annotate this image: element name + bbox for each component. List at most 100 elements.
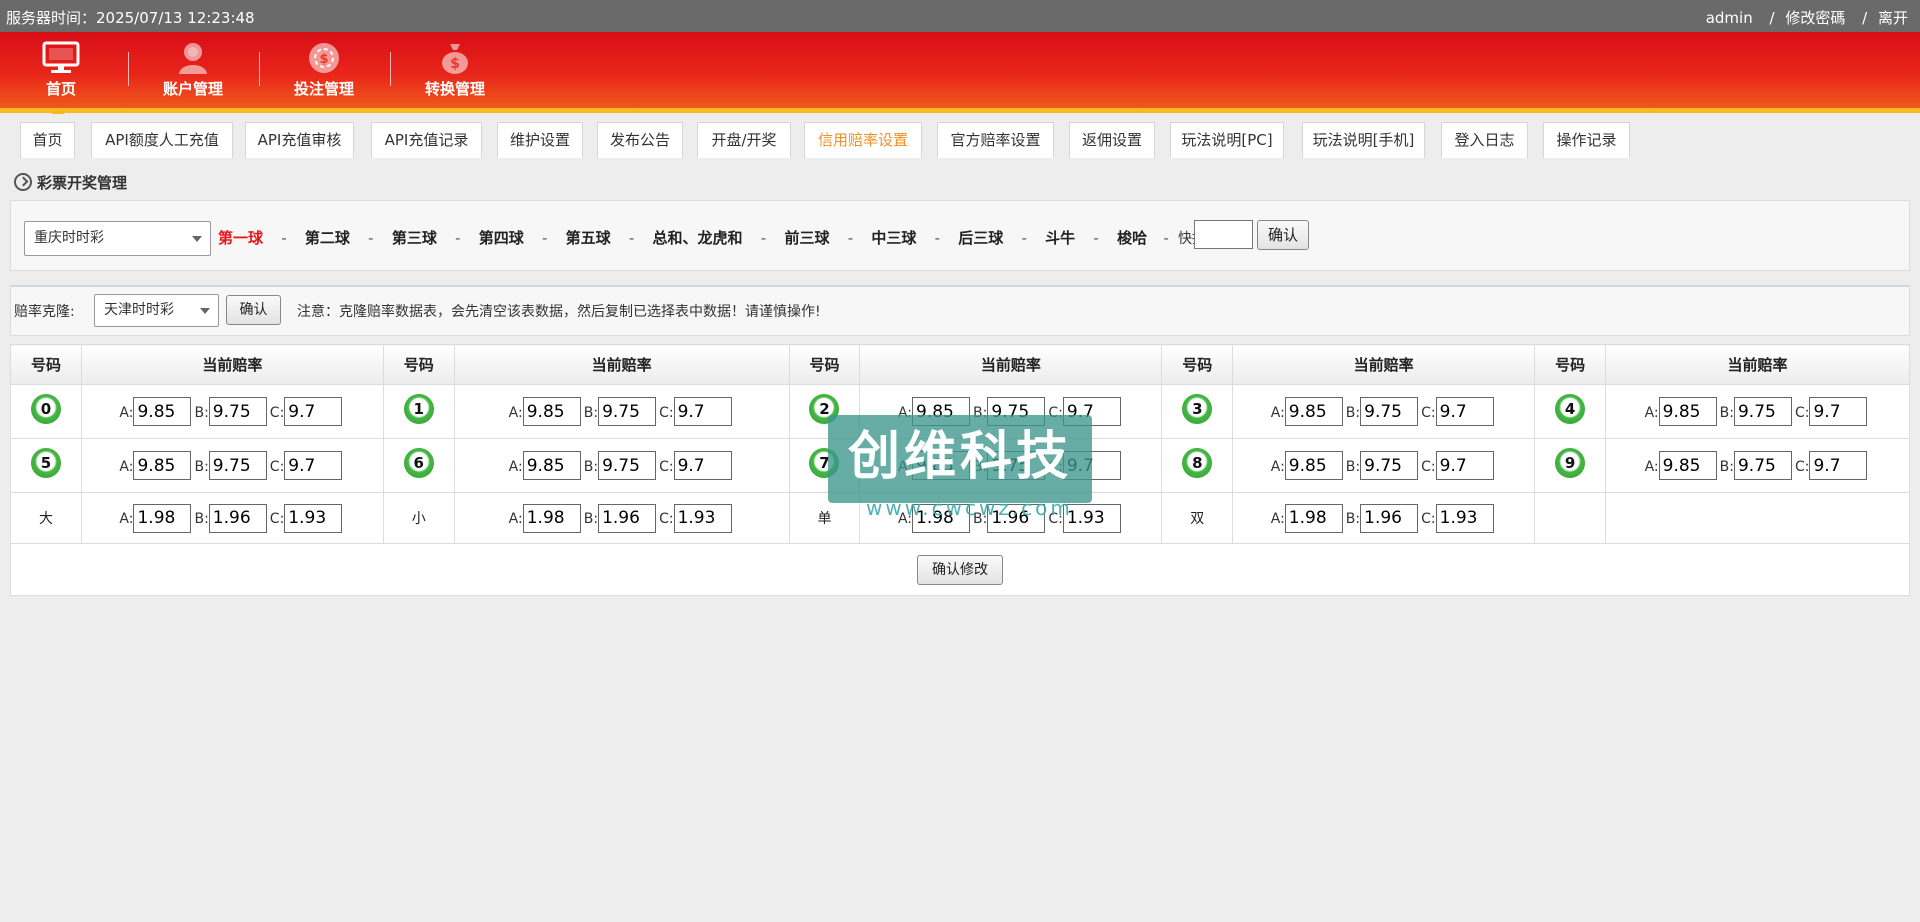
- ball-tab-5[interactable]: 第五球: [566, 229, 611, 247]
- odds-label-b: B:: [194, 458, 209, 475]
- number-ball: 0: [30, 393, 61, 424]
- ball-tab-4[interactable]: 第四球: [479, 229, 524, 247]
- tab-open-draw[interactable]: 开盘/开奖: [697, 122, 791, 158]
- confirm-modify-button[interactable]: 确认修改: [917, 554, 1003, 585]
- odds-input-a[interactable]: [522, 503, 581, 533]
- chevron-down-icon: [200, 308, 210, 314]
- odds-input-b[interactable]: [598, 503, 657, 533]
- tab-credit-odds[interactable]: 信用赔率设置: [804, 122, 922, 158]
- tab-rules-pc[interactable]: 玩法说明[PC]: [1170, 122, 1284, 158]
- odds-input-b[interactable]: [1360, 451, 1419, 480]
- quick-set-confirm-button[interactable]: 确认: [1257, 220, 1309, 250]
- nav-item-transfer[interactable]: $ 转换管理: [390, 37, 520, 99]
- odds-input-a[interactable]: [522, 451, 581, 480]
- ball-tab-front3[interactable]: 前三球: [784, 229, 829, 247]
- clone-select[interactable]: 天津时时彩: [94, 294, 219, 327]
- odds-input-a[interactable]: [133, 397, 192, 426]
- odds-input-c[interactable]: [284, 503, 343, 533]
- odds-label-c: C:: [269, 511, 285, 527]
- ball-tab-mid3[interactable]: 中三球: [871, 229, 916, 247]
- odds-input-a[interactable]: [133, 503, 192, 533]
- odds-input-a[interactable]: [1284, 397, 1343, 426]
- odds-input-b[interactable]: [598, 397, 657, 426]
- col-header-number: 号码: [788, 344, 861, 385]
- lottery-select[interactable]: 重庆时时彩: [24, 221, 211, 256]
- tab-api-recharge-records[interactable]: API充值记录: [371, 122, 482, 158]
- separator: -: [1021, 229, 1027, 247]
- section-title: 彩票开奖管理: [14, 172, 127, 193]
- odds-input-c[interactable]: [284, 397, 343, 426]
- tab-announcement[interactable]: 发布公告: [597, 122, 683, 158]
- ball-tab-3[interactable]: 第三球: [392, 229, 437, 247]
- odds-cell: A: B: C:: [80, 384, 384, 439]
- logout-link[interactable]: 离开: [1878, 9, 1908, 27]
- quick-set-input[interactable]: [1194, 220, 1253, 249]
- odds-input-c[interactable]: [1435, 397, 1494, 426]
- odds-input-c[interactable]: [1435, 503, 1494, 533]
- odds-input-c[interactable]: [673, 451, 732, 480]
- odds-input-b[interactable]: [1360, 397, 1419, 426]
- col-header-odds: 当前赔率: [1232, 344, 1536, 385]
- ball-tab-showhand[interactable]: 梭哈: [1117, 229, 1147, 247]
- number-cell: 大: [10, 492, 82, 544]
- odds-input-b[interactable]: [208, 503, 267, 533]
- odds-cell: A: B: C:: [1232, 384, 1536, 439]
- watermark-logo: 创维科技: [828, 415, 1092, 503]
- odds-label-a: A:: [1270, 511, 1285, 527]
- odds-label-c: C:: [659, 511, 674, 527]
- odds-input-c[interactable]: [1435, 451, 1494, 480]
- table-footer: 确认修改: [10, 543, 1910, 596]
- ball-tab-back3[interactable]: 后三球: [958, 229, 1003, 247]
- number-ball: 9: [1555, 447, 1586, 478]
- odds-input-c[interactable]: [1809, 451, 1868, 480]
- odds-input-a[interactable]: [1284, 503, 1343, 533]
- tab-api-manual-recharge[interactable]: API额度人工充值: [91, 122, 233, 158]
- tab-official-odds[interactable]: 官方赔率设置: [937, 122, 1054, 158]
- odds-input-c[interactable]: [673, 503, 732, 533]
- odds-input-c[interactable]: [1809, 397, 1868, 426]
- odds-input-c[interactable]: [673, 397, 732, 426]
- odds-input-b[interactable]: [1733, 397, 1792, 426]
- odds-input-a[interactable]: [1658, 451, 1717, 480]
- ball-tab-niuniu[interactable]: 斗牛: [1045, 229, 1075, 247]
- odds-input-a[interactable]: [522, 397, 581, 426]
- tab-rebate[interactable]: 返佣设置: [1069, 122, 1155, 158]
- number-ball: 5: [30, 447, 61, 478]
- odds-input-a[interactable]: [1284, 451, 1343, 480]
- odds-input-b[interactable]: [1733, 451, 1792, 480]
- odds-input-c[interactable]: [284, 451, 343, 480]
- odds-label-b: B:: [194, 511, 209, 527]
- odds-input-b[interactable]: [208, 451, 267, 480]
- col-header-odds: 当前赔率: [859, 344, 1163, 385]
- tab-maintenance[interactable]: 维护设置: [497, 122, 583, 158]
- number-cell: 0: [10, 384, 82, 439]
- tab-api-recharge-review[interactable]: API充值审核: [245, 122, 354, 158]
- ball-tab-1[interactable]: 第一球: [218, 229, 263, 247]
- odds-cell: [1605, 492, 1910, 544]
- tab-home[interactable]: 首页: [20, 122, 75, 158]
- ball-tab-2[interactable]: 第二球: [305, 229, 350, 247]
- clone-label: 赔率克隆:: [14, 304, 75, 320]
- nav-item-bets[interactable]: $ 投注管理: [259, 37, 389, 99]
- odds-cell: A: B: C:: [1232, 438, 1536, 493]
- number-cell: 9: [1534, 438, 1607, 493]
- nav-item-accounts[interactable]: 账户管理: [128, 37, 258, 99]
- ball-tab-sum[interactable]: 总和、龙虎和: [653, 229, 743, 247]
- odds-input-b[interactable]: [598, 451, 657, 480]
- nav-label: 投注管理: [293, 80, 354, 98]
- odds-input-a[interactable]: [1658, 397, 1717, 426]
- clone-confirm-button[interactable]: 确认: [226, 295, 281, 325]
- number-label: 小: [411, 511, 426, 527]
- tab-rules-mobile[interactable]: 玩法说明[手机]: [1302, 122, 1425, 158]
- change-password-link[interactable]: 修改密碼: [1785, 9, 1845, 27]
- tab-bar: 首页 API额度人工充值 API充值审核 API充值记录 维护设置 发布公告 开…: [0, 118, 1920, 160]
- odds-input-a[interactable]: [133, 451, 192, 480]
- nav-item-home[interactable]: 首页: [0, 37, 126, 114]
- tab-operation-log[interactable]: 操作记录: [1543, 122, 1630, 158]
- number-ball: 6: [403, 447, 434, 478]
- col-header-number: 号码: [382, 344, 455, 385]
- separator: -: [1093, 229, 1099, 247]
- odds-input-b[interactable]: [1360, 503, 1419, 533]
- tab-login-log[interactable]: 登入日志: [1441, 122, 1528, 158]
- odds-input-b[interactable]: [208, 397, 267, 426]
